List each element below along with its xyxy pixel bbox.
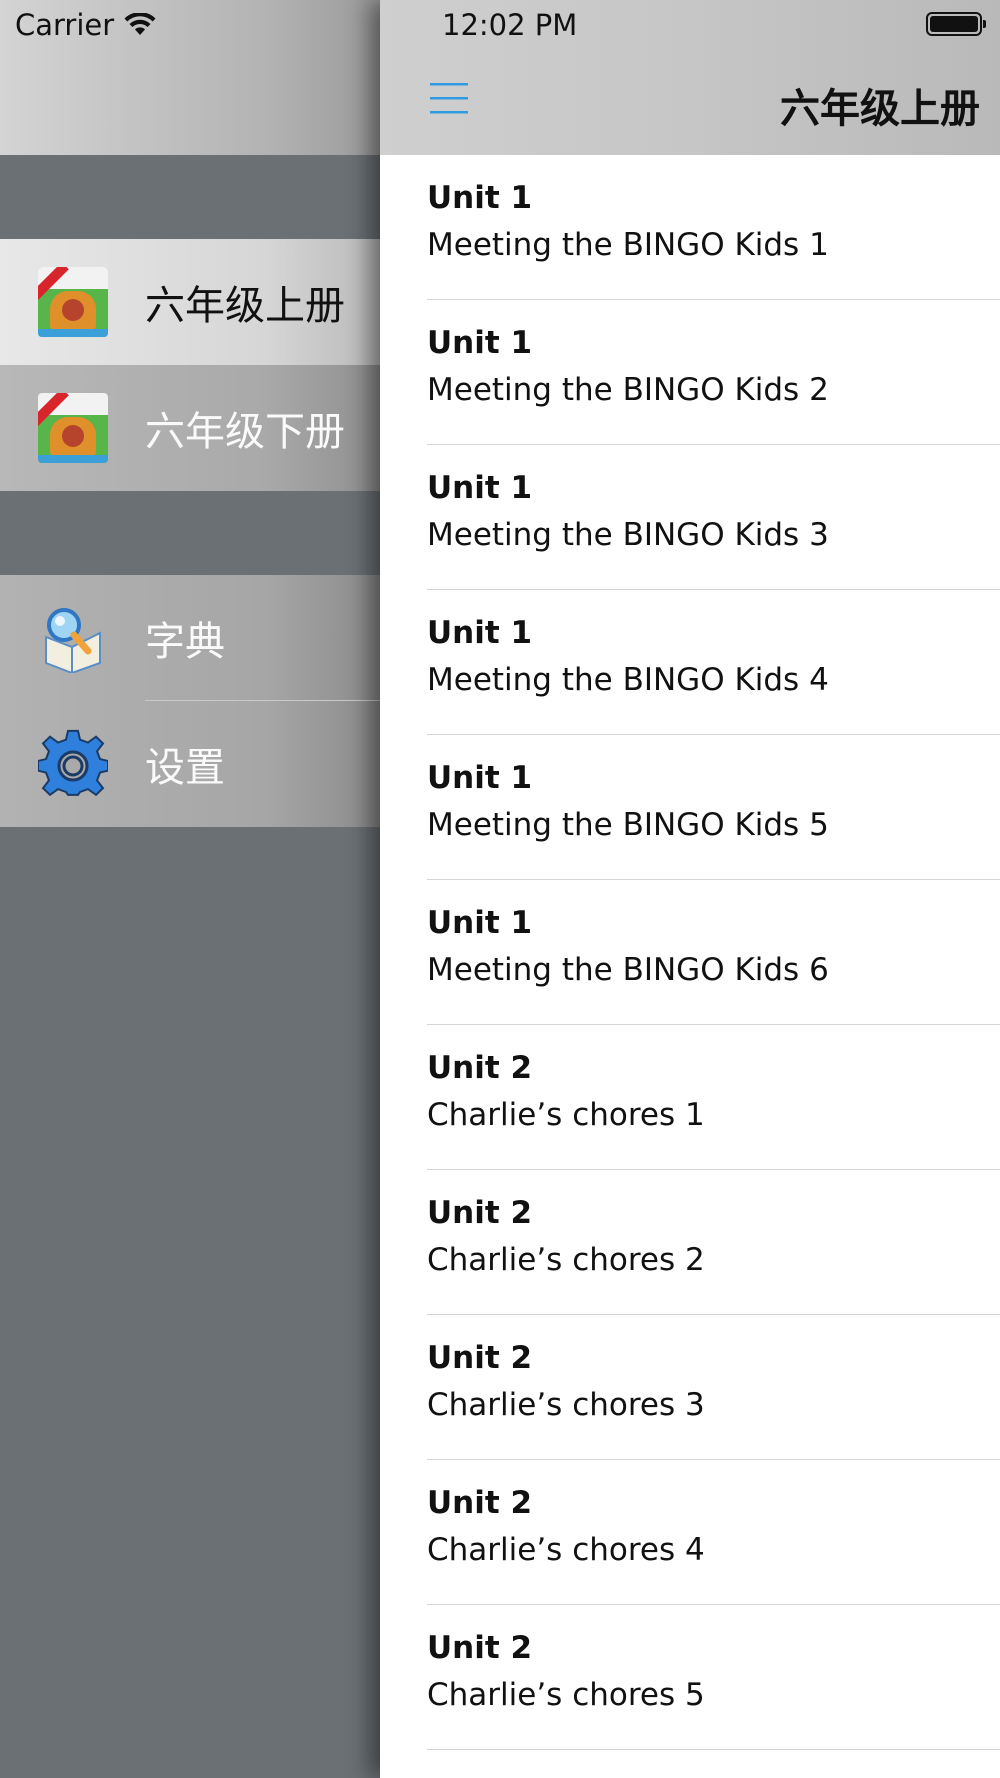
list-item[interactable]: Unit 2 Charlie’s chores 3 <box>380 1315 1000 1460</box>
lesson-unit-label: Unit 1 <box>427 470 533 506</box>
battery-icon <box>926 12 986 36</box>
book-cover-icon <box>38 267 108 337</box>
lesson-title: Meeting the BINGO Kids 4 <box>427 662 829 698</box>
drawer-item-dictionary[interactable]: 字典 <box>0 575 380 701</box>
lesson-unit-label: Unit 1 <box>427 615 533 651</box>
lesson-unit-label: Unit 1 <box>427 905 533 941</box>
lesson-unit-label: Unit 2 <box>427 1195 533 1231</box>
list-item[interactable]: Unit 1 Meeting the BINGO Kids 1 <box>380 155 1000 300</box>
drawer-item-grade6-upper[interactable]: 六年级上册 <box>0 239 380 365</box>
divider <box>427 1749 1000 1750</box>
lesson-unit-label: Unit 2 <box>427 1630 533 1666</box>
lesson-title: Meeting the BINGO Kids 3 <box>427 517 829 553</box>
list-item[interactable]: Unit 1 Meeting the BINGO Kids 6 <box>380 880 1000 1025</box>
lesson-title: Meeting the BINGO Kids 5 <box>427 807 829 843</box>
lesson-title: Meeting the BINGO Kids 6 <box>427 952 829 988</box>
hamburger-menu-icon[interactable] <box>428 78 470 120</box>
lesson-title: Meeting the BINGO Kids 1 <box>427 227 829 263</box>
drawer-header: Carrier <box>0 0 380 155</box>
list-item[interactable]: Unit 2 Charlie’s chores 1 <box>380 1025 1000 1170</box>
list-item[interactable]: Unit 1 Meeting the BINGO Kids 2 <box>380 300 1000 445</box>
carrier-label: Carrier <box>15 8 115 42</box>
drawer-item-label: 六年级下册 <box>145 409 345 455</box>
book-cover-icon <box>38 393 108 463</box>
lesson-title: Charlie’s chores 4 <box>427 1532 705 1568</box>
list-item[interactable]: Unit 1 Meeting the BINGO Kids 4 <box>380 590 1000 735</box>
lesson-unit-label: Unit 1 <box>427 180 533 216</box>
list-item[interactable]: Unit 1 Meeting the BINGO Kids 5 <box>380 735 1000 880</box>
lesson-title: Charlie’s chores 1 <box>427 1097 705 1133</box>
dictionary-icon <box>45 608 101 673</box>
lesson-unit-label: Unit 2 <box>427 1340 533 1376</box>
lesson-unit-label: Unit 1 <box>427 325 533 361</box>
page-title: 六年级上册 <box>780 86 980 132</box>
gear-icon <box>38 729 108 797</box>
navigation-bar: 12:02 PM 六年级上册 <box>380 0 1000 155</box>
status-time: 12:02 PM <box>442 8 578 42</box>
list-item[interactable]: Unit 2 Charlie’s chores 2 <box>380 1170 1000 1315</box>
lesson-unit-label: Unit 2 <box>427 1485 533 1521</box>
drawer-item-label: 设置 <box>145 745 225 791</box>
drawer-item-settings[interactable]: 设置 <box>0 701 380 827</box>
lesson-title: Charlie’s chores 5 <box>427 1677 705 1713</box>
status-carrier: Carrier <box>15 8 156 42</box>
list-item[interactable]: Unit 1 Meeting the BINGO Kids 3 <box>380 445 1000 590</box>
lesson-title: Meeting the BINGO Kids 2 <box>427 372 829 408</box>
lesson-unit-label: Unit 1 <box>427 760 533 796</box>
list-item[interactable]: Unit 2 Charlie’s chores 5 <box>380 1605 1000 1750</box>
drawer-item-label: 字典 <box>145 619 225 665</box>
lesson-list: Unit 1 Meeting the BINGO Kids 1 Unit 1 Meet… <box>380 155 1000 1750</box>
side-drawer: Carrier 六年级上册 六年级下册 字典 设置 <box>0 0 380 1778</box>
main-panel: 12:02 PM 六年级上册 Unit 1 Meeting the BINGO K… <box>380 0 1000 1778</box>
drawer-item-grade6-lower[interactable]: 六年级下册 <box>0 365 380 491</box>
drawer-tools-group: 字典 设置 <box>0 575 380 827</box>
drawer-item-label: 六年级上册 <box>145 283 345 329</box>
lesson-unit-label: Unit 2 <box>427 1050 533 1086</box>
list-item[interactable]: Unit 2 Charlie’s chores 4 <box>380 1460 1000 1605</box>
lesson-title: Charlie’s chores 3 <box>427 1387 705 1423</box>
lesson-title: Charlie’s chores 2 <box>427 1242 705 1278</box>
wifi-icon <box>124 13 156 35</box>
